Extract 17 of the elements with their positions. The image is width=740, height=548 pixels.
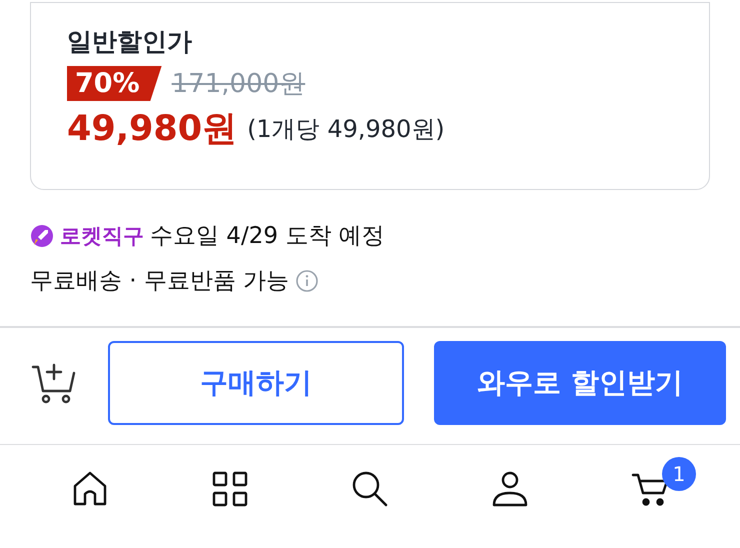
info-icon[interactable] (295, 268, 320, 292)
shipping-info: 무료배송 · 무료반품 가능 (30, 267, 290, 296)
user-icon (492, 471, 528, 507)
original-price: 171,000원 (172, 68, 306, 101)
price-label: 일반할인가 (67, 26, 193, 58)
home-icon (72, 471, 108, 507)
unit-price: (1개당 49,980원) (247, 114, 445, 144)
wow-discount-button[interactable]: 와우로 할인받기 (434, 340, 726, 424)
search-icon (351, 470, 389, 508)
buy-button[interactable]: 구매하기 (108, 340, 404, 424)
rocket-delivery-label: 로켓직구 (60, 222, 144, 250)
arrival-date: 수요일 4/29 도착 예정 (150, 222, 385, 251)
grid-icon (212, 471, 248, 507)
cart-button[interactable] (631, 471, 669, 507)
discount-badge: 70% (67, 66, 162, 101)
sale-price: 49,980원 (67, 108, 238, 151)
cart-count-badge: 1 (662, 457, 696, 491)
